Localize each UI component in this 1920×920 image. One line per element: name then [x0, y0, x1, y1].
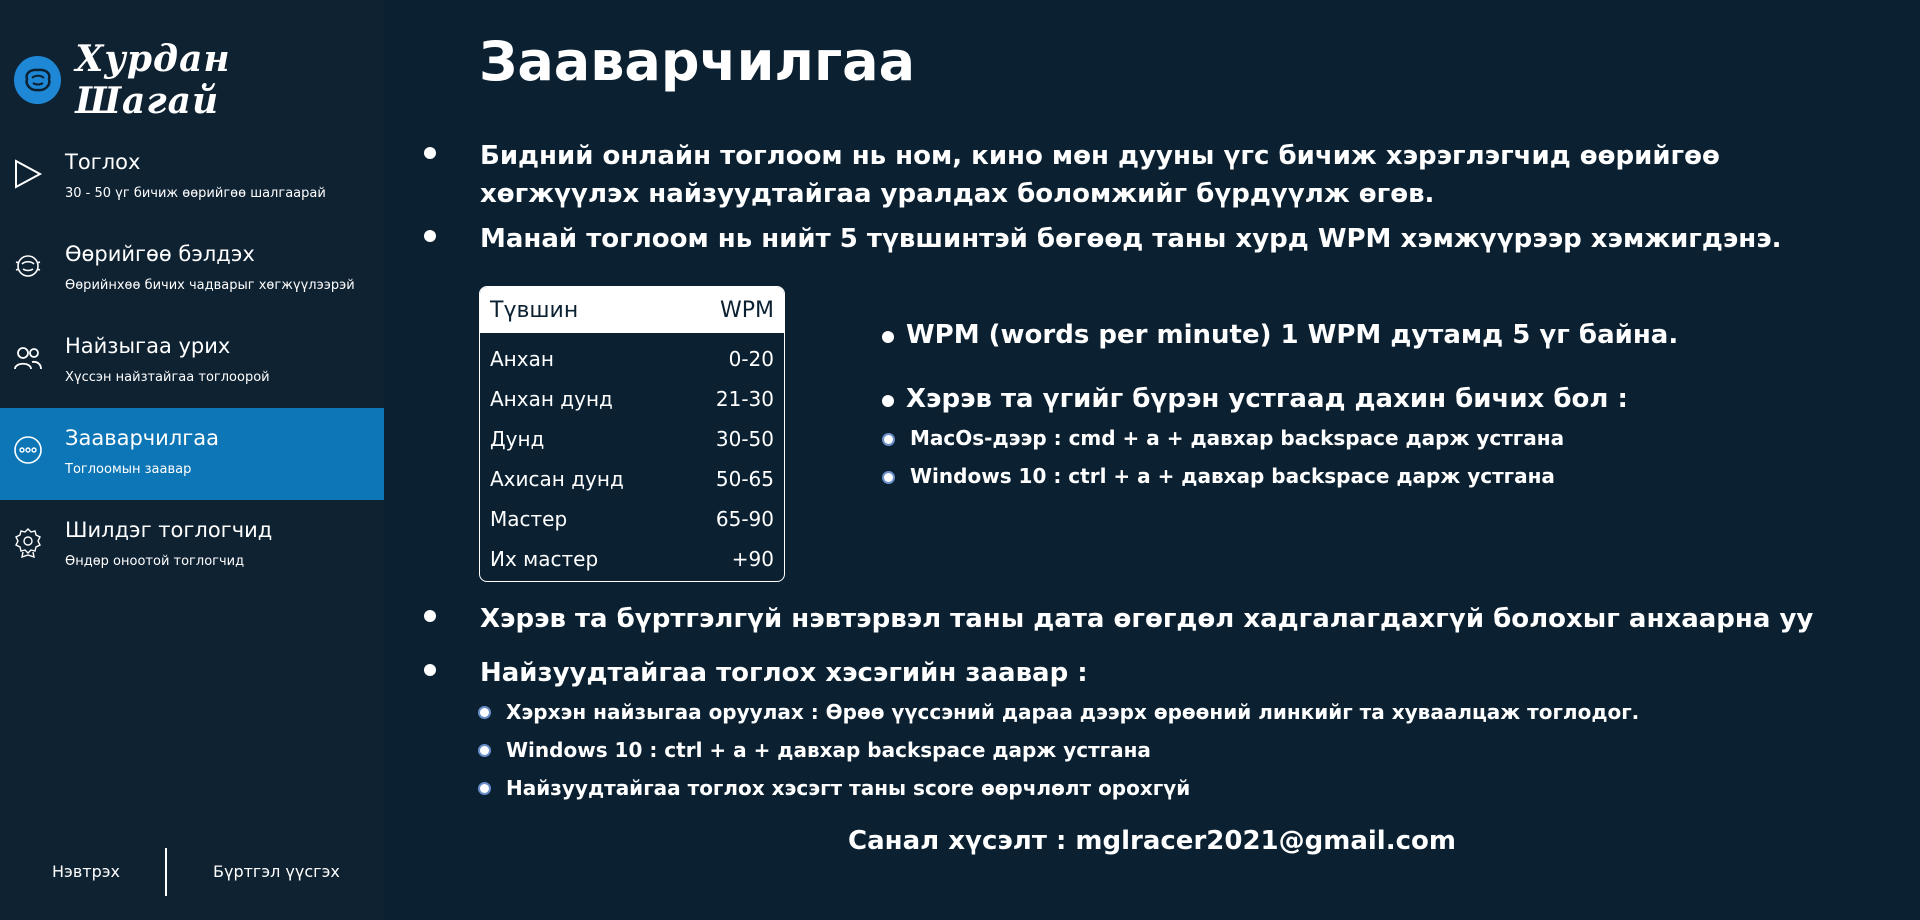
table-cell-wpm: 65-90	[715, 507, 774, 531]
bullet-icon	[884, 435, 893, 444]
wpm-note: WPM (words per minute) 1 WPM дутамд 5 үг…	[906, 320, 1679, 350]
bullet-icon	[480, 708, 489, 717]
bullet-icon	[882, 331, 894, 343]
friends-item: Хэрхэн найзыгаа оруулах : Өрөө үүссэний …	[506, 700, 1640, 724]
table-cell-level: Ахисан дунд	[490, 467, 624, 491]
rewrite-title: Хэрэв та үгийг бүрэн устгаад дахин бичих…	[906, 384, 1628, 414]
intro-text: Бидний онлайн тоглоом нь ном, кино мөн д…	[480, 141, 1720, 209]
app-root: Хурдан Шагай Тоглох 30 - 50 үг бичиж өөр…	[0, 0, 1920, 920]
bullet-icon	[424, 230, 436, 242]
table-row: Анхан дунд 21-30	[480, 379, 784, 419]
table-row: Их мастер +90	[480, 539, 784, 579]
list-item: Windows 10 : ctrl + a + давхар backspace…	[480, 738, 1780, 762]
sidebar-item-subtitle: Өндөр оноотой тоглогчид	[65, 554, 245, 569]
table-cell-level: Их мастер	[490, 547, 599, 571]
table-cell-wpm: 21-30	[715, 387, 774, 411]
sidebar: Хурдан Шагай Тоглох 30 - 50 үг бичиж өөр…	[0, 0, 384, 920]
wpm-notes: WPM (words per minute) 1 WPM дутамд 5 үг…	[882, 320, 1782, 502]
sidebar-item-title: Шилдэг тоглогчид	[65, 518, 273, 542]
table-cell-wpm: 0-20	[728, 347, 774, 371]
list-item: Хэрэв та бүртгэлгүй нэвтэрвэл таны дата …	[424, 600, 1864, 638]
page-title: Зааварчилгаа	[479, 30, 916, 93]
sidebar-item-subtitle: Хүссэн найзтайгаа тоглоорой	[65, 370, 270, 385]
auth-divider	[165, 848, 167, 896]
table-row: Ахисан дунд 50-65	[480, 459, 784, 499]
sidebar-item-subtitle: Өөрийнхөө бичих чадварыг хөгжүүлээрэй	[65, 278, 355, 293]
bullet-icon	[424, 664, 436, 676]
sidebar-nav: Тоглох 30 - 50 үг бичиж өөрийгөө шалгаар…	[0, 132, 384, 592]
table-row: Мастер 65-90	[480, 499, 784, 539]
sidebar-item-title: Тоглох	[65, 150, 141, 174]
table-header-wpm: WPM	[719, 297, 774, 323]
sidebar-item-practice[interactable]: Өөрийгөө бэлдэх Өөрийнхөө бичих чадварыг…	[0, 224, 384, 316]
list-item: MacOs-дээр : cmd + a + давхар backspace …	[882, 426, 1782, 464]
table-row: Анхан 0-20	[480, 339, 784, 379]
sidebar-item-instructions[interactable]: Зааварчилгаа Тоглоомын заавар	[0, 408, 384, 500]
list-item: Найзуудтайгаа тоглох хэсэгт таны score ө…	[480, 776, 1780, 800]
sidebar-item-title: Зааварчилгаа	[65, 426, 220, 450]
bullet-icon	[480, 746, 489, 755]
more-icon	[14, 436, 42, 464]
list-item: Найзуудтайгаа тоглох хэсэгийн заавар :	[424, 654, 1864, 692]
table-row: Дунд 30-50	[480, 419, 784, 459]
table-header-level: Түвшин	[490, 297, 579, 323]
list-item: Манай тоглоом нь нийт 5 түвшинтэй бөгөөд…	[424, 220, 1864, 258]
sidebar-item-subtitle: Тоглоомын заавар	[65, 462, 192, 477]
sidebar-item-title: Өөрийгөө бэлдэх	[65, 242, 255, 266]
rewrite-item: Windows 10 : ctrl + a + давхар backspace…	[910, 464, 1555, 488]
contact-text[interactable]: Санал хүсэлт : mglracer2021@gmail.com	[848, 826, 1456, 856]
level-table: Түвшин WPM Анхан 0-20 Анхан дунд 21-30 Д…	[479, 286, 785, 582]
list-item: Хэрхэн найзыгаа оруулах : Өрөө үүссэний …	[480, 700, 1780, 724]
award-icon	[15, 528, 41, 558]
bullet-icon	[480, 784, 489, 793]
play-icon	[15, 159, 43, 189]
sidebar-item-subtitle: 30 - 50 үг бичиж өөрийгөө шалгаарай	[65, 186, 326, 201]
table-cell-level: Анхан дунд	[490, 387, 613, 411]
sidebar-item-play[interactable]: Тоглох 30 - 50 үг бичиж өөрийгөө шалгаар…	[0, 132, 384, 224]
levels-text: Манай тоглоом нь нийт 5 түвшинтэй бөгөөд…	[480, 224, 1782, 254]
friends-item: Windows 10 : ctrl + a + давхар backspace…	[506, 738, 1151, 762]
table-cell-level: Дунд	[490, 427, 545, 451]
logo-text: Хурдан Шагай	[75, 38, 231, 122]
table-body: Анхан 0-20 Анхан дунд 21-30 Дунд 30-50 А…	[480, 333, 784, 579]
table-cell-wpm: +90	[731, 547, 774, 571]
sidebar-item-leaderboard[interactable]: Шилдэг тоглогчид Өндөр оноотой тоглогчид	[0, 500, 384, 592]
rewrite-item: MacOs-дээр : cmd + a + давхар backspace …	[910, 426, 1565, 450]
friends-icon	[14, 347, 42, 370]
login-button[interactable]: Нэвтрэх	[52, 862, 120, 881]
list-item: WPM (words per minute) 1 WPM дутамд 5 үг…	[882, 320, 1782, 360]
contact-line: Санал хүсэлт : mglracer2021@gmail.com	[384, 826, 1920, 856]
list-item: Windows 10 : ctrl + a + давхар backspace…	[882, 464, 1782, 502]
bullet-icon	[882, 395, 894, 407]
sidebar-item-invite[interactable]: Найзыгаа урих Хүссэн найзтайгаа тоглооро…	[0, 316, 384, 408]
list-item: Бидний онлайн тоглоом нь ном, кино мөн д…	[424, 137, 1864, 213]
guest-note: Хэрэв та бүртгэлгүй нэвтэрвэл таны дата …	[480, 604, 1814, 634]
friends-title: Найзуудтайгаа тоглох хэсэгийн заавар :	[480, 658, 1088, 688]
friends-item: Найзуудтайгаа тоглох хэсэгт таны score ө…	[506, 776, 1191, 800]
practice-icon	[15, 255, 41, 277]
table-header: Түвшин WPM	[480, 287, 784, 333]
register-button[interactable]: Бүртгэл үүсгэх	[213, 862, 340, 881]
table-cell-wpm: 50-65	[715, 467, 774, 491]
auth-bar: Нэвтрэх Бүртгэл үүсгэх	[0, 848, 384, 896]
table-cell-level: Мастер	[490, 507, 568, 531]
list-item: Хэрэв та үгийг бүрэн устгаад дахин бичих…	[882, 384, 1782, 424]
bullet-icon	[424, 610, 436, 622]
sidebar-item-title: Найзыгаа урих	[65, 334, 231, 358]
bullet-icon	[424, 147, 436, 159]
table-cell-wpm: 30-50	[715, 427, 774, 451]
bullet-icon	[884, 473, 893, 482]
shagai-logo-icon	[14, 56, 62, 104]
table-cell-level: Анхан	[490, 347, 554, 371]
logo[interactable]: Хурдан Шагай	[14, 38, 384, 122]
main-content: Зааварчилгаа Бидний онлайн тоглоом нь но…	[384, 0, 1920, 920]
